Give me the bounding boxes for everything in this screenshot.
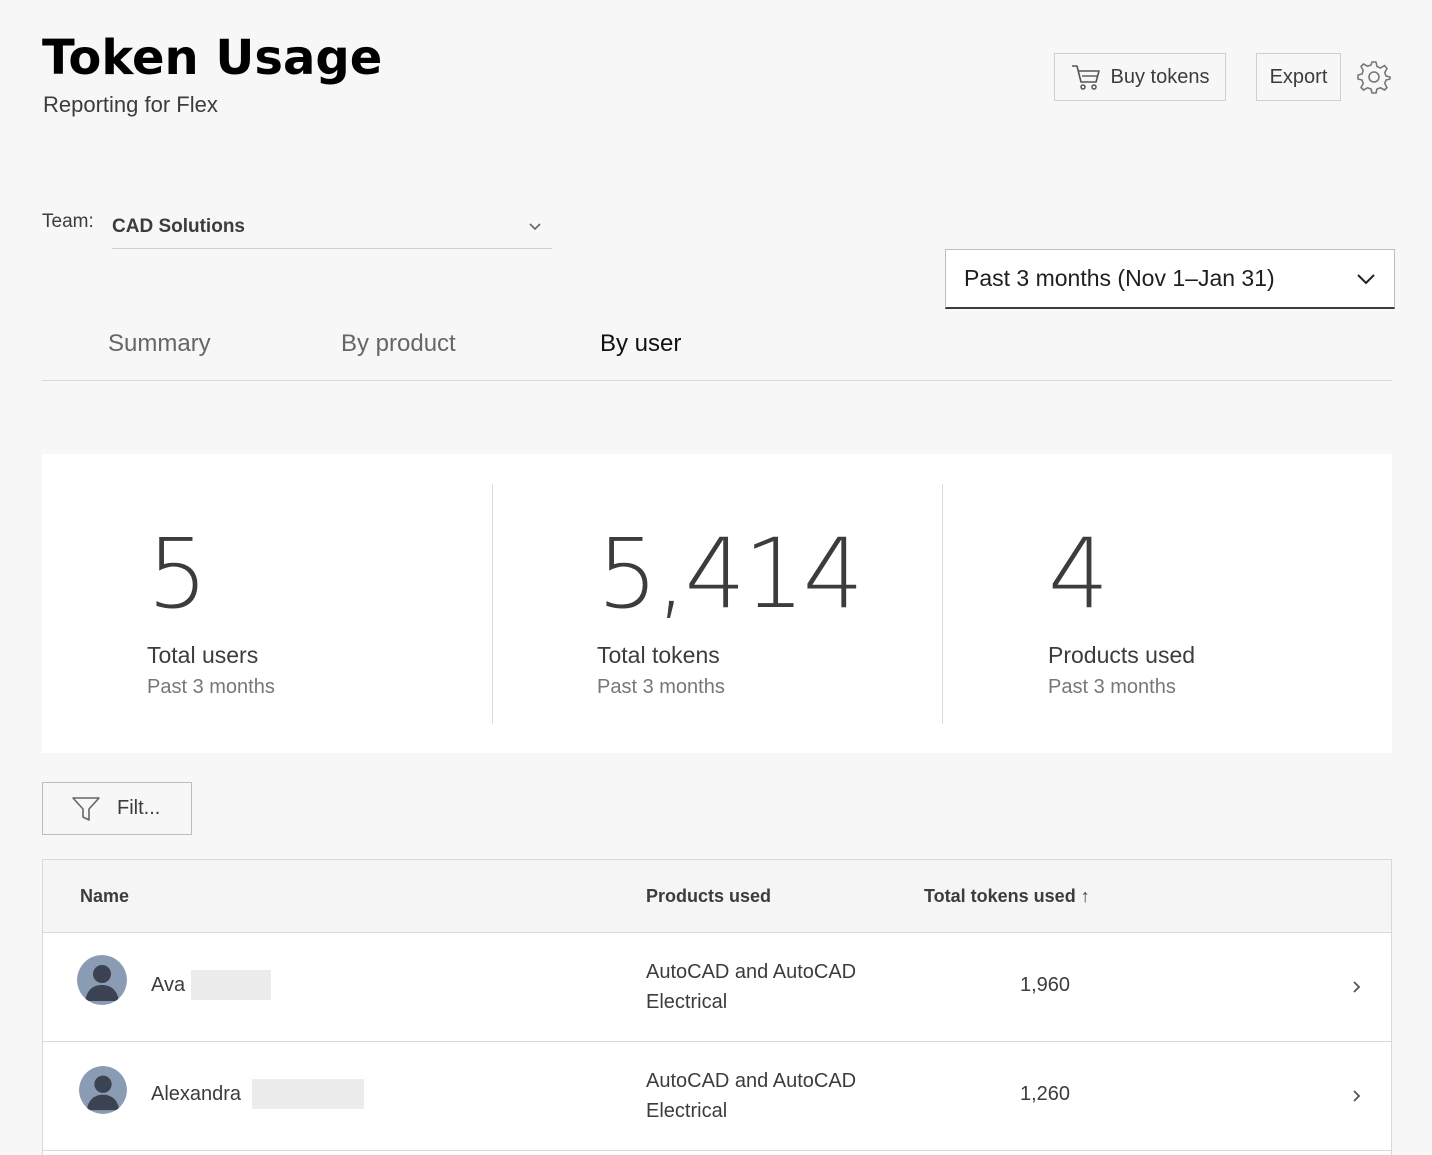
stat-label: Products used bbox=[1048, 642, 1196, 668]
filter-icon bbox=[72, 796, 100, 821]
column-header-tokens[interactable]: Total tokens used ↑ bbox=[924, 886, 1090, 907]
filter-label: Filt... bbox=[117, 797, 161, 819]
stat-products-used: 4 Products used Past 3 months bbox=[943, 454, 1393, 753]
avatar bbox=[79, 1066, 127, 1114]
users-table: Name Products used Total tokens used ↑ A… bbox=[42, 859, 1392, 1155]
table-row[interactable]: Ava AutoCAD and AutoCAD Electrical 1,960 bbox=[43, 933, 1391, 1042]
user-name: Ava bbox=[151, 974, 186, 996]
tab-by-product[interactable]: By product bbox=[341, 330, 456, 358]
products-line: AutoCAD and AutoCAD bbox=[646, 1070, 857, 1092]
products-line: Electrical bbox=[646, 991, 728, 1013]
page-subtitle: Reporting for Flex bbox=[43, 92, 218, 117]
chevron-right-icon bbox=[1353, 981, 1361, 993]
tab-bar: Summary By product By user bbox=[42, 320, 1392, 381]
stat-label: Total tokens bbox=[597, 642, 720, 668]
stat-value: 5 bbox=[147, 518, 208, 630]
tokens-cell: 1,260 bbox=[1020, 1083, 1071, 1105]
redacted-surname bbox=[191, 970, 271, 1000]
table-header: Name Products used Total tokens used ↑ bbox=[43, 860, 1391, 933]
products-cell: AutoCAD and AutoCAD Electrical bbox=[646, 1066, 906, 1126]
avatar bbox=[77, 955, 127, 1005]
page-title: Token Usage bbox=[42, 30, 383, 86]
stat-value: 5,414 bbox=[597, 518, 864, 630]
chevron-down-icon bbox=[529, 222, 541, 230]
redacted-surname bbox=[252, 1079, 364, 1109]
stat-period: Past 3 months bbox=[597, 676, 725, 698]
date-range-value: Past 3 months (Nov 1–Jan 31) bbox=[964, 265, 1275, 291]
stat-total-users: 5 Total users Past 3 months bbox=[42, 454, 492, 753]
products-line: AutoCAD and AutoCAD bbox=[646, 961, 857, 983]
column-header-name[interactable]: Name bbox=[80, 886, 129, 907]
tab-summary[interactable]: Summary bbox=[108, 330, 211, 358]
tab-by-user[interactable]: By user bbox=[600, 330, 681, 358]
gear-icon[interactable] bbox=[1356, 59, 1392, 95]
team-select[interactable]: CAD Solutions bbox=[112, 205, 552, 249]
chevron-down-icon bbox=[1357, 273, 1375, 284]
stat-period: Past 3 months bbox=[1048, 676, 1176, 698]
team-label: Team: bbox=[42, 211, 94, 232]
tokens-cell: 1,960 bbox=[1020, 974, 1071, 996]
products-line: Electrical bbox=[646, 1100, 728, 1122]
table-row[interactable]: Alexandra AutoCAD and AutoCAD Electrical… bbox=[43, 1042, 1391, 1151]
cart-icon bbox=[1071, 65, 1100, 90]
column-header-products[interactable]: Products used bbox=[646, 886, 771, 907]
buy-tokens-label: Buy tokens bbox=[1110, 65, 1210, 88]
stat-total-tokens: 5,414 Total tokens Past 3 months bbox=[492, 454, 942, 753]
user-name: Alexandra bbox=[151, 1083, 242, 1105]
export-button[interactable]: Export bbox=[1256, 53, 1341, 101]
stat-label: Total users bbox=[147, 642, 259, 668]
buy-tokens-button[interactable]: Buy tokens bbox=[1054, 53, 1226, 101]
stats-card: 5 Total users Past 3 months 5,414 Total … bbox=[42, 454, 1392, 753]
stat-period: Past 3 months bbox=[147, 676, 275, 698]
products-cell: AutoCAD and AutoCAD Electrical bbox=[646, 957, 906, 1017]
team-value: CAD Solutions bbox=[112, 215, 245, 237]
stat-value: 4 bbox=[1048, 518, 1109, 630]
date-range-select[interactable]: Past 3 months (Nov 1–Jan 31) bbox=[945, 249, 1395, 309]
chevron-right-icon bbox=[1353, 1090, 1361, 1102]
filter-button[interactable]: Filt... bbox=[42, 782, 192, 835]
